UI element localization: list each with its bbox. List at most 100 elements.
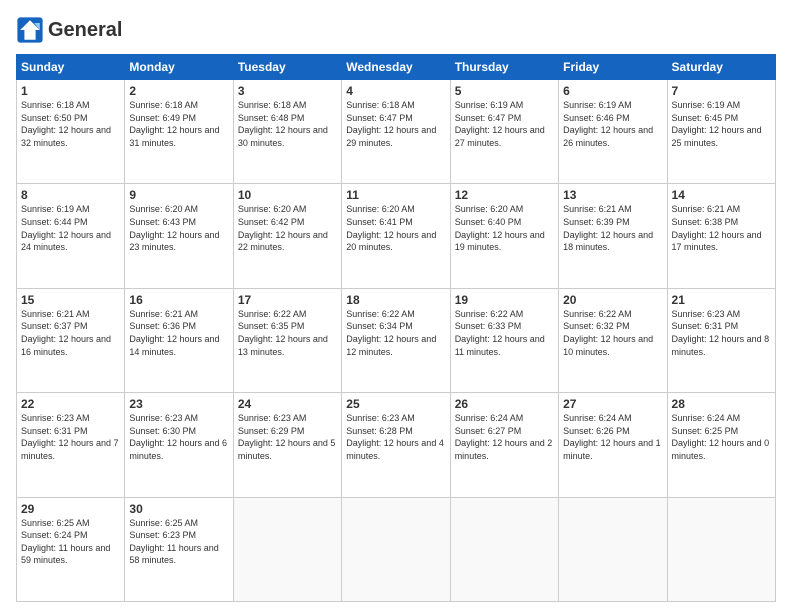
day-number: 18: [346, 293, 445, 307]
day-number: 2: [129, 84, 228, 98]
calendar-cell: 30 Sunrise: 6:25 AMSunset: 6:23 PMDayligh…: [125, 497, 233, 601]
day-number: 17: [238, 293, 337, 307]
day-number: 12: [455, 188, 554, 202]
day-info: Sunrise: 6:25 AMSunset: 6:24 PMDaylight:…: [21, 518, 110, 566]
day-number: 6: [563, 84, 662, 98]
calendar-cell: [342, 497, 450, 601]
weekday-header: Friday: [559, 55, 667, 80]
day-number: 11: [346, 188, 445, 202]
calendar-cell: 2 Sunrise: 6:18 AMSunset: 6:49 PMDaylight…: [125, 80, 233, 184]
calendar-cell: 25 Sunrise: 6:23 AMSunset: 6:28 PMDayligh…: [342, 393, 450, 497]
day-info: Sunrise: 6:23 AMSunset: 6:31 PMDaylight:…: [672, 309, 770, 357]
day-info: Sunrise: 6:18 AMSunset: 6:50 PMDaylight:…: [21, 100, 111, 148]
day-info: Sunrise: 6:22 AMSunset: 6:34 PMDaylight:…: [346, 309, 436, 357]
day-number: 7: [672, 84, 771, 98]
weekday-header: Tuesday: [233, 55, 341, 80]
calendar-cell: [450, 497, 558, 601]
day-number: 24: [238, 397, 337, 411]
calendar-cell: 8 Sunrise: 6:19 AMSunset: 6:44 PMDaylight…: [17, 184, 125, 288]
day-number: 14: [672, 188, 771, 202]
day-info: Sunrise: 6:19 AMSunset: 6:44 PMDaylight:…: [21, 204, 111, 252]
day-info: Sunrise: 6:22 AMSunset: 6:32 PMDaylight:…: [563, 309, 653, 357]
calendar-cell: 24 Sunrise: 6:23 AMSunset: 6:29 PMDayligh…: [233, 393, 341, 497]
day-number: 30: [129, 502, 228, 516]
day-number: 1: [21, 84, 120, 98]
day-number: 9: [129, 188, 228, 202]
day-info: Sunrise: 6:19 AMSunset: 6:45 PMDaylight:…: [672, 100, 762, 148]
calendar-cell: 17 Sunrise: 6:22 AMSunset: 6:35 PMDayligh…: [233, 288, 341, 392]
day-number: 16: [129, 293, 228, 307]
day-info: Sunrise: 6:24 AMSunset: 6:25 PMDaylight:…: [672, 413, 770, 461]
day-info: Sunrise: 6:23 AMSunset: 6:31 PMDaylight:…: [21, 413, 119, 461]
day-number: 27: [563, 397, 662, 411]
day-info: Sunrise: 6:18 AMSunset: 6:49 PMDaylight:…: [129, 100, 219, 148]
day-info: Sunrise: 6:23 AMSunset: 6:28 PMDaylight:…: [346, 413, 444, 461]
day-info: Sunrise: 6:18 AMSunset: 6:48 PMDaylight:…: [238, 100, 328, 148]
calendar-cell: 21 Sunrise: 6:23 AMSunset: 6:31 PMDayligh…: [667, 288, 775, 392]
day-info: Sunrise: 6:20 AMSunset: 6:40 PMDaylight:…: [455, 204, 545, 252]
day-info: Sunrise: 6:21 AMSunset: 6:38 PMDaylight:…: [672, 204, 762, 252]
day-info: Sunrise: 6:18 AMSunset: 6:47 PMDaylight:…: [346, 100, 436, 148]
weekday-header: Wednesday: [342, 55, 450, 80]
calendar-cell: 20Sunrise: 6:22 AMSunset: 6:32 PMDayligh…: [559, 288, 667, 392]
day-number: 29: [21, 502, 120, 516]
day-info: Sunrise: 6:25 AMSunset: 6:23 PMDaylight:…: [129, 518, 218, 566]
day-number: 3: [238, 84, 337, 98]
day-info: Sunrise: 6:21 AMSunset: 6:39 PMDaylight:…: [563, 204, 653, 252]
calendar-cell: 4 Sunrise: 6:18 AMSunset: 6:47 PMDaylight…: [342, 80, 450, 184]
day-number: 23: [129, 397, 228, 411]
day-info: Sunrise: 6:24 AMSunset: 6:27 PMDaylight:…: [455, 413, 553, 461]
day-number: 21: [672, 293, 771, 307]
day-info: Sunrise: 6:21 AMSunset: 6:37 PMDaylight:…: [21, 309, 111, 357]
day-number: 10: [238, 188, 337, 202]
calendar-cell: [559, 497, 667, 601]
day-number: 26: [455, 397, 554, 411]
calendar-cell: 27 Sunrise: 6:24 AMSunset: 6:26 PMDayligh…: [559, 393, 667, 497]
calendar-cell: 13 Sunrise: 6:21 AMSunset: 6:39 PMDayligh…: [559, 184, 667, 288]
day-number: 25: [346, 397, 445, 411]
calendar-cell: 6Sunrise: 6:19 AMSunset: 6:46 PMDaylight…: [559, 80, 667, 184]
day-number: 4: [346, 84, 445, 98]
calendar-cell: 10 Sunrise: 6:20 AMSunset: 6:42 PMDayligh…: [233, 184, 341, 288]
calendar-cell: 15 Sunrise: 6:21 AMSunset: 6:37 PMDayligh…: [17, 288, 125, 392]
calendar-cell: 3 Sunrise: 6:18 AMSunset: 6:48 PMDaylight…: [233, 80, 341, 184]
day-number: 15: [21, 293, 120, 307]
day-number: 19: [455, 293, 554, 307]
calendar-cell: 11 Sunrise: 6:20 AMSunset: 6:41 PMDayligh…: [342, 184, 450, 288]
day-info: Sunrise: 6:22 AMSunset: 6:35 PMDaylight:…: [238, 309, 328, 357]
day-info: Sunrise: 6:20 AMSunset: 6:42 PMDaylight:…: [238, 204, 328, 252]
logo-icon: [16, 16, 44, 44]
calendar-cell: 12 Sunrise: 6:20 AMSunset: 6:40 PMDayligh…: [450, 184, 558, 288]
calendar-cell: 29 Sunrise: 6:25 AMSunset: 6:24 PMDayligh…: [17, 497, 125, 601]
calendar-cell: [233, 497, 341, 601]
calendar-cell: 18 Sunrise: 6:22 AMSunset: 6:34 PMDayligh…: [342, 288, 450, 392]
day-info: Sunrise: 6:24 AMSunset: 6:26 PMDaylight:…: [563, 413, 661, 461]
day-info: Sunrise: 6:22 AMSunset: 6:33 PMDaylight:…: [455, 309, 545, 357]
calendar-cell: 23 Sunrise: 6:23 AMSunset: 6:30 PMDayligh…: [125, 393, 233, 497]
day-info: Sunrise: 6:23 AMSunset: 6:30 PMDaylight:…: [129, 413, 227, 461]
calendar-table: SundayMondayTuesdayWednesdayThursdayFrid…: [16, 54, 776, 602]
logo-text: General: [48, 19, 122, 41]
calendar-cell: 14 Sunrise: 6:21 AMSunset: 6:38 PMDayligh…: [667, 184, 775, 288]
day-number: 22: [21, 397, 120, 411]
calendar-cell: 26 Sunrise: 6:24 AMSunset: 6:27 PMDayligh…: [450, 393, 558, 497]
calendar-cell: 9 Sunrise: 6:20 AMSunset: 6:43 PMDaylight…: [125, 184, 233, 288]
day-number: 5: [455, 84, 554, 98]
day-info: Sunrise: 6:20 AMSunset: 6:41 PMDaylight:…: [346, 204, 436, 252]
logo: General: [16, 16, 122, 44]
day-info: Sunrise: 6:20 AMSunset: 6:43 PMDaylight:…: [129, 204, 219, 252]
day-info: Sunrise: 6:23 AMSunset: 6:29 PMDaylight:…: [238, 413, 336, 461]
weekday-header: Sunday: [17, 55, 125, 80]
day-number: 28: [672, 397, 771, 411]
calendar-cell: 7 Sunrise: 6:19 AMSunset: 6:45 PMDaylight…: [667, 80, 775, 184]
calendar-cell: 16 Sunrise: 6:21 AMSunset: 6:36 PMDayligh…: [125, 288, 233, 392]
calendar-cell: 5Sunrise: 6:19 AMSunset: 6:47 PMDaylight…: [450, 80, 558, 184]
weekday-header: Saturday: [667, 55, 775, 80]
weekday-header: Monday: [125, 55, 233, 80]
calendar-cell: 28 Sunrise: 6:24 AMSunset: 6:25 PMDayligh…: [667, 393, 775, 497]
day-number: 8: [21, 188, 120, 202]
day-number: 13: [563, 188, 662, 202]
day-info: Sunrise: 6:21 AMSunset: 6:36 PMDaylight:…: [129, 309, 219, 357]
calendar-cell: 22 Sunrise: 6:23 AMSunset: 6:31 PMDayligh…: [17, 393, 125, 497]
calendar-cell: [667, 497, 775, 601]
